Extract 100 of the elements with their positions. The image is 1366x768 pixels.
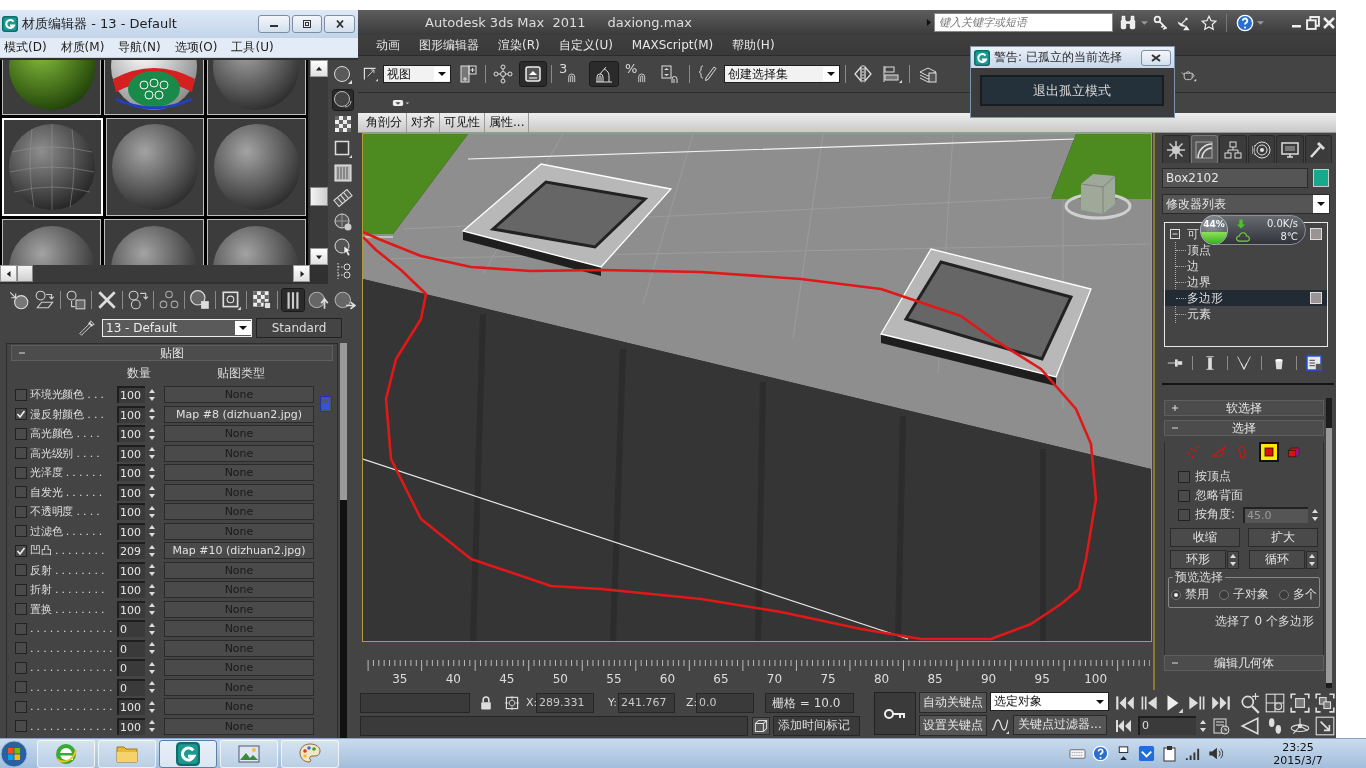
checkbox[interactable] [15,388,27,401]
amount-field[interactable]: 100 [117,464,145,482]
spinner-arrows-icon[interactable] [1306,550,1318,569]
menu-item[interactable]: 图形编辑器 [419,36,479,54]
checkbox[interactable] [15,700,27,713]
checkbox[interactable] [15,447,27,460]
rollout-header[interactable]: 贴图 [11,345,333,361]
speaker-icon[interactable] [1207,745,1224,762]
checkbox[interactable] [15,622,27,635]
command-panel-tab[interactable] [1162,135,1190,163]
v-shape-icon[interactable] [1235,354,1254,372]
start-orb-icon[interactable] [0,739,28,768]
menu-item[interactable]: 导航(N) [118,39,161,56]
coordinate-field[interactable]: 289.331 [536,692,594,713]
radio-button[interactable] [1171,589,1181,600]
dropdown-button[interactable] [1313,195,1329,213]
scroll-right-button[interactable] [293,265,310,282]
square-icon[interactable] [333,138,353,159]
checkbox[interactable] [15,720,27,733]
amount-field[interactable]: 100 [117,522,145,540]
magnifier-plus-icon[interactable] [1239,691,1261,714]
coordinate-field[interactable]: 241.767 [618,692,675,713]
subobject-item[interactable]: 元素 [1165,306,1327,322]
material-type-button[interactable]: Standard [256,318,342,338]
subobject-item[interactable]: 边 [1165,258,1327,274]
sphere-up-icon[interactable] [308,289,330,311]
amount-field[interactable]: 100 [117,717,145,735]
eyedropper-icon[interactable] [78,319,96,337]
color-bars-icon[interactable] [333,163,353,183]
scroll-up-button[interactable] [310,60,328,77]
grid-magnifier-icon[interactable] [1264,691,1286,714]
current-frame-field[interactable]: 0 [1138,716,1196,735]
checkbox[interactable] [15,427,27,440]
scrollbar-thumb[interactable] [17,265,33,282]
crossed-circle-icon[interactable] [333,212,353,232]
close-button[interactable] [1141,49,1171,66]
material-slot[interactable] [2,60,102,115]
menu-item[interactable]: 模式(D) [4,39,47,56]
caret-down-icon[interactable] [1257,20,1264,25]
scrollbar-thumb[interactable] [310,187,328,206]
key-target-dropdown[interactable]: 选定对象 [990,692,1109,711]
backlit-sphere-icon[interactable] [333,89,353,110]
amount-field[interactable]: 100 [117,483,145,501]
maximize-button[interactable] [292,15,322,33]
sphere-icon[interactable] [333,65,353,85]
clock-date[interactable]: 2015/3/7 [1273,753,1323,767]
add-time-tag-button[interactable]: 添加时间标记 [773,715,860,736]
material-name-dropdown[interactable]: 13 - Default [102,319,252,337]
check-badge-icon[interactable] [1138,745,1155,762]
viewport-menu-icon[interactable] [392,99,410,107]
material-slot[interactable] [104,219,204,265]
clock-time[interactable]: 23:25 [1282,740,1314,754]
amount-field[interactable]: 0 [117,620,145,638]
swap-arrows-icon[interactable] [34,289,56,311]
checkbox[interactable] [15,681,27,694]
cube-outline-icon[interactable] [752,716,770,735]
checkbox[interactable] [15,661,27,674]
amount-field[interactable]: 100 [117,581,145,599]
command-panel-tab[interactable] [1190,135,1218,163]
amount-field[interactable]: 0 [117,639,145,657]
snap-toggle-button[interactable]: 3 [557,62,585,86]
command-panel-tab[interactable] [1219,135,1247,163]
set-key-mode-button[interactable]: 设置关键点 [919,715,987,736]
checkbox[interactable] [15,603,27,616]
modifier-stack-item[interactable]: 可 [1187,225,1199,243]
checkbox[interactable] [15,564,27,577]
minimize-button[interactable] [258,15,290,33]
field-of-view-icon[interactable] [1239,714,1261,737]
amount-field[interactable]: 100 [117,444,145,462]
menu-item[interactable]: MAXScript(M) [631,38,714,52]
sphere-right-icon[interactable] [334,289,356,311]
key-filters-button[interactable]: 关键点过滤器... [1013,714,1107,735]
key-icon[interactable] [1153,14,1169,31]
checkbox[interactable] [15,486,27,499]
checkbox[interactable] [15,583,27,596]
zoom-extents-all-icon[interactable] [1314,691,1336,714]
material-slot[interactable] [2,219,102,265]
radio-label[interactable]: 禁用 [1185,586,1209,603]
checkbox[interactable] [15,642,27,655]
time-configuration-icon[interactable] [1211,715,1231,736]
script-output-field[interactable] [360,715,748,736]
menu-item[interactable]: 渲染(R) [498,36,540,54]
coordinate-field[interactable]: 0.0 [696,692,754,713]
subobject-level-button[interactable] [1259,442,1279,462]
sphere-save-icon[interactable] [189,289,211,311]
menu-item[interactable]: 帮助(H) [732,36,775,54]
amount-field[interactable]: 0 [117,659,145,677]
checker-icon[interactable] [333,114,353,134]
amount-field[interactable]: 100 [117,425,145,443]
material-slot[interactable] [105,118,205,216]
command-panel-tab[interactable] [1247,135,1275,163]
radio-button[interactable] [1279,589,1289,600]
checkbox-label[interactable]: 按顶点 [1195,468,1231,485]
rollout-header[interactable]: 编辑几何体 [1164,655,1324,671]
checkbox-label[interactable]: 按角度: [1195,506,1236,523]
amount-field[interactable]: 100 [117,386,145,404]
view-dropdown[interactable]: 视图 [383,65,451,83]
ribbon-panel-button[interactable]: 角剖分 [362,113,407,132]
exit-isolation-button[interactable]: 退出孤立模式 [980,75,1164,106]
star-icon[interactable] [1201,14,1217,31]
